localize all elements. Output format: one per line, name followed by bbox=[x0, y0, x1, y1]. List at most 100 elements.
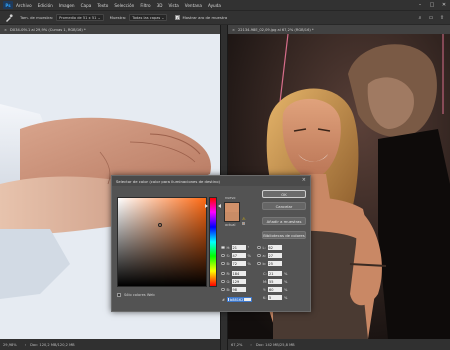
dialog-title: Selector de color (color para iluminacio… bbox=[116, 178, 221, 184]
cancel-button[interactable]: Cancelar bbox=[262, 202, 306, 210]
dialog-title-bar[interactable]: Selector de color (color para iluminacio… bbox=[112, 176, 310, 186]
input-b[interactable]: 72 bbox=[231, 261, 246, 266]
current-color-label: actual bbox=[225, 223, 236, 227]
hue-slider-arrow-right[interactable] bbox=[218, 204, 221, 208]
sample-size-select[interactable]: Promedio de 51 x 51 ⌄ bbox=[56, 14, 104, 21]
close-icon[interactable]: × bbox=[302, 177, 306, 183]
share-icon[interactable]: ⇪ bbox=[438, 14, 446, 22]
ok-button[interactable]: OK bbox=[262, 190, 306, 198]
field-lab-b: b: 25 bbox=[257, 261, 282, 266]
hue-slider[interactable] bbox=[209, 197, 217, 287]
field-k: K: 5 % bbox=[263, 295, 288, 300]
radio-b[interactable] bbox=[221, 261, 225, 266]
sample-size-value: Promedio de 51 x 51 bbox=[59, 15, 97, 20]
input-m[interactable]: 55 bbox=[268, 279, 282, 284]
radio-s[interactable] bbox=[221, 253, 225, 258]
add-to-swatches-button[interactable]: Añadir a muestras bbox=[262, 217, 306, 225]
close-icon[interactable]: × bbox=[232, 28, 235, 32]
color-picker-dialog: Selector de color (color para iluminacio… bbox=[111, 175, 311, 312]
workspace-icon[interactable]: ▭ bbox=[427, 14, 435, 22]
menu-edicion[interactable]: Edición bbox=[38, 3, 53, 8]
minimize-button[interactable]: – bbox=[414, 0, 426, 10]
tab-left-title: DX34-09i-1 al 29,9% (Curvas 1, RGB/16) * bbox=[10, 27, 86, 32]
left-status-bar: 29,98% › Doc: 120,2 MB/120,2 MB bbox=[0, 339, 220, 350]
input-a[interactable]: 27 bbox=[267, 253, 282, 258]
photoshop-logo: Ps bbox=[3, 1, 13, 9]
gamut-warning-icon[interactable]: ⚠ bbox=[242, 216, 246, 221]
tab-left-document[interactable]: × DX34-09i-1 al 29,9% (Curvas 1, RGB/16)… bbox=[0, 25, 220, 34]
field-g: G: 129 bbox=[221, 279, 246, 284]
radio-l[interactable] bbox=[257, 245, 261, 250]
radio-h[interactable] bbox=[221, 245, 225, 250]
input-l[interactable]: 62 bbox=[267, 245, 282, 250]
radio-g[interactable] bbox=[221, 279, 225, 284]
radio-r[interactable] bbox=[221, 271, 225, 276]
menu-3d[interactable]: 3D bbox=[157, 3, 163, 8]
field-blue: B: 98 bbox=[221, 287, 246, 292]
field-a: a: 27 bbox=[257, 253, 282, 258]
input-c[interactable]: 21 bbox=[268, 271, 282, 276]
menu-imagen[interactable]: Imagen bbox=[59, 3, 75, 8]
menu-vista[interactable]: Vista bbox=[168, 3, 178, 8]
current-color-swatch[interactable] bbox=[224, 212, 240, 222]
field-l: L: 62 bbox=[257, 245, 282, 250]
close-window-button[interactable]: ✕ bbox=[438, 0, 450, 10]
field-h: H: 21 ° bbox=[221, 245, 253, 250]
new-color-label: nuevo bbox=[225, 196, 236, 200]
chevron-right-icon[interactable]: › bbox=[250, 343, 251, 347]
sample-value: Todas las capas bbox=[132, 15, 161, 20]
tab-right-document[interactable]: × 22134-98E_02,09.jpg al 67,2% (RGB/16) … bbox=[228, 25, 450, 34]
search-icon[interactable]: ⌕ bbox=[416, 14, 424, 22]
input-s[interactable]: 47 bbox=[231, 253, 246, 258]
input-blue[interactable]: 98 bbox=[231, 287, 246, 292]
tab-right-title: 22134-98E_02,09.jpg al 67,2% (RGB/16) * bbox=[238, 27, 314, 32]
sample-label: Muestra: bbox=[109, 15, 127, 20]
input-lab-b[interactable]: 25 bbox=[267, 261, 282, 266]
web-only-checkbox[interactable] bbox=[117, 293, 121, 297]
field-m: M: 55 % bbox=[263, 279, 288, 284]
field-b: B: 72 % bbox=[221, 261, 253, 266]
radio-lab-b[interactable] bbox=[257, 261, 261, 266]
right-doc-size: Doc: 142 MB/25,8 MB bbox=[255, 342, 295, 347]
input-r[interactable]: 184 bbox=[231, 271, 246, 276]
web-safe-icon[interactable] bbox=[242, 222, 245, 225]
field-y: Y: 60 % bbox=[263, 287, 288, 292]
chevron-down-icon: ⌄ bbox=[97, 15, 101, 20]
window-controls: – □ ✕ bbox=[414, 0, 450, 10]
input-h[interactable]: 21 bbox=[231, 245, 246, 250]
sample-select[interactable]: Todas las capas ⌄ bbox=[129, 14, 168, 21]
show-ring-label: Mostrar aro de muestra bbox=[182, 15, 228, 20]
chevron-right-icon[interactable]: › bbox=[25, 343, 26, 347]
maximize-button[interactable]: □ bbox=[426, 0, 438, 10]
options-bar: Tam. de muestra: Promedio de 51 x 51 ⌄ M… bbox=[0, 10, 450, 24]
color-field[interactable] bbox=[117, 197, 207, 287]
left-doc-size: Doc: 120,2 MB/120,2 MB bbox=[30, 342, 75, 347]
color-field-cursor[interactable] bbox=[158, 223, 162, 227]
web-only-option[interactable]: Sólo colores Web bbox=[117, 293, 155, 297]
menu-capa[interactable]: Capa bbox=[81, 3, 92, 8]
left-zoom-level[interactable]: 29,98% bbox=[3, 343, 17, 347]
eyedropper-icon[interactable] bbox=[4, 13, 14, 23]
menu-texto[interactable]: Texto bbox=[97, 3, 108, 8]
input-g[interactable]: 129 bbox=[231, 279, 246, 284]
field-r: R: 184 bbox=[221, 271, 246, 276]
radio-a[interactable] bbox=[257, 253, 261, 258]
menu-bar: Ps Archivo Edición Imagen Capa Texto Sel… bbox=[0, 0, 450, 10]
input-k[interactable]: 5 bbox=[268, 295, 282, 300]
close-icon[interactable]: × bbox=[4, 28, 7, 32]
hex-input[interactable]: b88162 bbox=[227, 297, 253, 302]
hue-slider-arrow-left[interactable] bbox=[205, 204, 208, 208]
menu-ventana[interactable]: Ventana bbox=[185, 3, 202, 8]
menu-filtro[interactable]: Filtro bbox=[140, 3, 150, 8]
chevron-down-icon: ⌄ bbox=[161, 15, 165, 20]
menu-archivo[interactable]: Archivo bbox=[16, 3, 32, 8]
show-ring-checkbox[interactable]: ✓ bbox=[175, 15, 181, 20]
hex-value: b88162 bbox=[229, 297, 245, 302]
radio-blue[interactable] bbox=[221, 287, 225, 292]
menu-seleccion[interactable]: Selección bbox=[114, 3, 134, 8]
color-libraries-button[interactable]: Bibliotecas de colores bbox=[262, 231, 306, 239]
menu-ayuda[interactable]: Ayuda bbox=[208, 3, 221, 8]
input-y[interactable]: 60 bbox=[268, 287, 282, 292]
right-zoom-level[interactable]: 67,2% bbox=[231, 343, 242, 347]
right-status-bar: 67,2% › Doc: 142 MB/25,8 MB bbox=[228, 339, 450, 350]
